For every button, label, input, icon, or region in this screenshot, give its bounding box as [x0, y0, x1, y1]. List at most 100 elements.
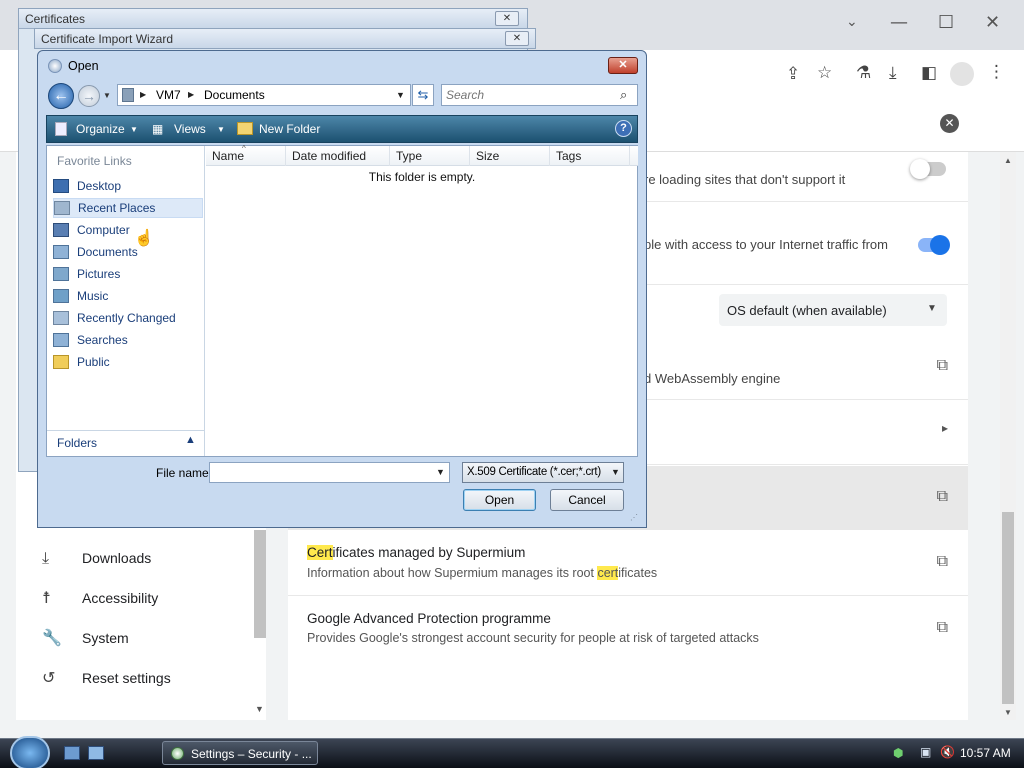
- extensions-icon[interactable]: ⚗: [856, 63, 871, 83]
- clock[interactable]: 10:57 AM: [960, 746, 1011, 760]
- clear-search-icon[interactable]: ✕: [940, 114, 959, 133]
- organize-icon: [55, 122, 67, 136]
- toggle-off[interactable]: [910, 159, 946, 179]
- folders-toggle[interactable]: Folders ▲: [47, 430, 204, 454]
- avatar[interactable]: [950, 62, 974, 86]
- fav-computer[interactable]: Computer: [53, 220, 203, 240]
- file-type-select[interactable]: X.509 Certificate (*.cer;*.crt) ▼: [462, 462, 624, 483]
- scroll-up-icon[interactable]: ▲: [1004, 156, 1012, 165]
- organize-button[interactable]: Organize: [76, 122, 125, 136]
- col-size[interactable]: Size: [470, 146, 550, 166]
- breadcrumb-vm7[interactable]: VM7: [156, 88, 181, 102]
- close-icon[interactable]: ✕: [495, 11, 519, 26]
- external-link-icon[interactable]: ⧉: [937, 551, 948, 571]
- external-link-icon[interactable]: ⧉: [937, 617, 948, 637]
- history-dropdown-icon[interactable]: ▼: [103, 91, 111, 100]
- dns-dropdown[interactable]: OS default (when available) ▼: [719, 294, 947, 326]
- search-input[interactable]: [446, 87, 616, 103]
- fav-searches[interactable]: Searches: [53, 330, 203, 350]
- fav-desktop[interactable]: Desktop: [53, 176, 203, 196]
- hand-cursor-icon: ☝: [134, 230, 154, 247]
- taskbar: Settings – Security - ... ⬢ ▣ 🔇 10:57 AM: [0, 736, 1024, 768]
- fav-documents[interactable]: Documents: [53, 242, 203, 262]
- public-folder-icon: [53, 355, 69, 369]
- resize-grip-icon[interactable]: ⋰: [630, 513, 638, 522]
- tray-network-icon[interactable]: ▣: [920, 745, 931, 759]
- col-tags[interactable]: Tags: [550, 146, 630, 166]
- advanced-protection-row[interactable]: Google Advanced Protection programme Pro…: [288, 597, 968, 661]
- sidebar-scroll-down-icon[interactable]: ▼: [255, 704, 264, 714]
- music-icon: [53, 289, 69, 303]
- file-name-input[interactable]: [213, 465, 423, 480]
- close-icon[interactable]: ✕: [608, 57, 638, 74]
- fav-music[interactable]: Music: [53, 286, 203, 306]
- col-name[interactable]: Name: [206, 146, 286, 166]
- show-desktop-icon[interactable]: [64, 746, 80, 760]
- chevron-down-icon[interactable]: ▼: [396, 90, 405, 100]
- fav-recently-changed[interactable]: Recently Changed: [53, 308, 203, 328]
- nav-system[interactable]: 🔧 System: [42, 628, 129, 647]
- breadcrumb[interactable]: ▶ VM7 ▶ Documents ▼: [117, 84, 411, 106]
- col-date-modified[interactable]: Date modified: [286, 146, 390, 166]
- tray-shield-icon[interactable]: ⬢: [893, 746, 903, 760]
- menu-icon[interactable]: ⋮: [988, 62, 1005, 82]
- fav-pictures[interactable]: Pictures: [53, 264, 203, 284]
- open-button[interactable]: Open: [463, 489, 536, 511]
- nav-downloads[interactable]: ⤓ Downloads: [42, 548, 151, 568]
- help-icon[interactable]: ?: [615, 120, 632, 137]
- search-box[interactable]: ⌕: [441, 84, 638, 106]
- setting-text: d WebAssembly engine: [644, 371, 781, 386]
- wizard-title: Certificate Import Wizard: [41, 32, 174, 46]
- breadcrumb-documents[interactable]: Documents: [204, 88, 265, 102]
- toggle-on[interactable]: [918, 235, 950, 255]
- file-name-combo[interactable]: ▼: [209, 462, 450, 483]
- sidepanel-icon[interactable]: ◧: [921, 63, 937, 83]
- download-icon[interactable]: ⤓: [889, 63, 897, 83]
- forward-icon[interactable]: →: [78, 85, 100, 107]
- wrench-icon: 🔧: [42, 628, 62, 647]
- col-type[interactable]: Type: [390, 146, 470, 166]
- new-folder-button[interactable]: New Folder: [259, 122, 320, 136]
- sidebar-scroll-thumb[interactable]: [254, 530, 266, 638]
- page-scroll-thumb[interactable]: [1002, 512, 1014, 704]
- external-link-icon[interactable]: ⧉: [937, 355, 948, 375]
- views-button[interactable]: Views: [174, 122, 206, 136]
- address-row: ← → ▼ ▶ VM7 ▶ Documents ▼ ⇆ ⌕: [48, 83, 638, 111]
- chevron-right-icon[interactable]: ▸: [942, 421, 948, 435]
- nav-accessibility[interactable]: ☨ Accessibility: [42, 588, 158, 607]
- certificates-row[interactable]: Certificates managed by Supermium Inform…: [288, 531, 968, 596]
- dialog-app-icon: [48, 59, 62, 73]
- cancel-button[interactable]: Cancel: [550, 489, 624, 511]
- share-icon[interactable]: ⇪: [786, 64, 800, 84]
- close-icon[interactable]: ✕: [985, 12, 1000, 33]
- external-link-icon[interactable]: ⧉: [937, 486, 948, 506]
- gap-subtitle: Provides Google's strongest account secu…: [307, 631, 759, 645]
- tray-volume-muted-icon[interactable]: 🔇: [940, 745, 955, 759]
- switch-windows-icon[interactable]: [88, 746, 104, 760]
- certificates-title: Certificates: [25, 12, 86, 26]
- accessibility-icon: ☨: [42, 588, 51, 607]
- folder-icon: [122, 88, 134, 102]
- nav-reset-settings[interactable]: ↺ Reset settings: [42, 668, 171, 687]
- file-name-label: File name:: [156, 466, 213, 480]
- dropdown-arrow-icon: ▼: [927, 303, 937, 314]
- setting-text: re loading sites that don't support it: [644, 172, 846, 187]
- navigation-pane: Favorite Links Desktop Recent Places Com…: [47, 146, 205, 456]
- recent-places-icon: [54, 201, 70, 215]
- fav-public[interactable]: Public: [53, 352, 203, 372]
- taskbar-item-settings[interactable]: Settings – Security - ...: [162, 741, 318, 765]
- minimize-icon[interactable]: —: [890, 12, 908, 33]
- file-list[interactable]: Name ^ Date modified Type Size Tags This…: [206, 144, 638, 456]
- refresh-icon[interactable]: ⇆: [412, 84, 434, 106]
- start-button[interactable]: [10, 736, 50, 768]
- back-icon[interactable]: ←: [48, 83, 74, 109]
- close-icon[interactable]: ✕: [505, 31, 529, 46]
- certificates-subtitle: Information about how Supermium manages …: [307, 566, 658, 580]
- chevron-down-icon[interactable]: ⌄: [846, 14, 858, 30]
- chevron-down-icon[interactable]: ▼: [436, 467, 445, 477]
- scroll-down-icon[interactable]: ▼: [1004, 708, 1012, 717]
- maximize-icon[interactable]: ☐: [938, 12, 954, 33]
- fav-recent-places[interactable]: Recent Places: [53, 198, 203, 218]
- favorite-links-header: Favorite Links: [57, 154, 132, 168]
- star-icon[interactable]: ☆: [817, 63, 832, 83]
